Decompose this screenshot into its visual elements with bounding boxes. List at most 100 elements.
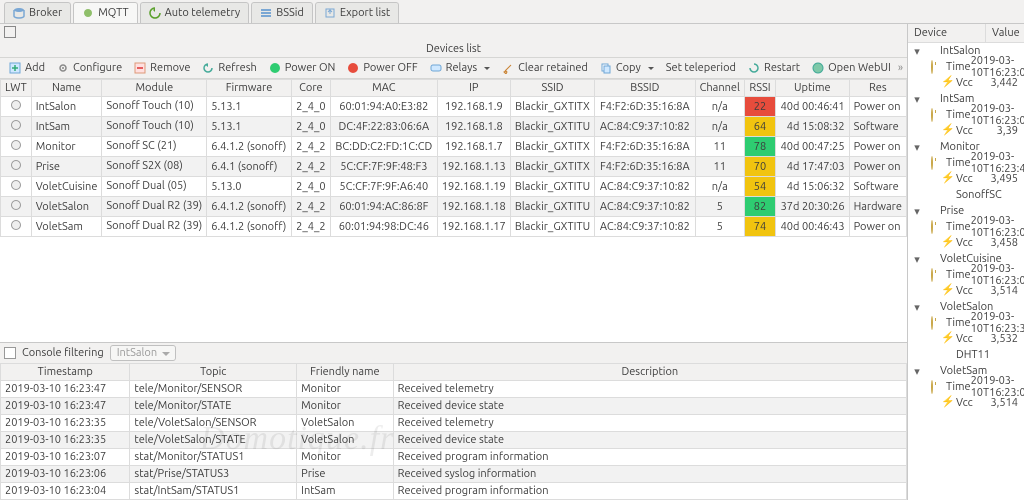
lwt-indicator-icon bbox=[11, 140, 21, 150]
bssid-cell: AC:84:C9:37:10:82 bbox=[595, 177, 695, 197]
power-on-button[interactable]: Power ON bbox=[264, 60, 341, 76]
tab-export-list[interactable]: Export list bbox=[315, 2, 399, 23]
timestamp-cell: 2019-03-10 16:23:06 bbox=[1, 466, 130, 483]
col-uptime[interactable]: Uptime bbox=[775, 80, 849, 97]
add-button[interactable]: Add bbox=[4, 60, 50, 76]
tab-label: BSSid bbox=[276, 7, 304, 19]
tree-twisty-icon[interactable]: ▾ bbox=[912, 141, 922, 154]
col-module[interactable]: Module bbox=[102, 80, 207, 97]
con-col-description[interactable]: Description bbox=[393, 364, 906, 381]
refresh-button[interactable]: Refresh bbox=[197, 60, 261, 76]
col-mac[interactable]: MAC bbox=[330, 80, 437, 97]
tree-property-node[interactable]: Time2019-03-10T16:23:05 bbox=[908, 379, 1024, 395]
console-filter-combo[interactable]: IntSalon bbox=[110, 345, 176, 361]
tree-twisty-icon[interactable]: ▾ bbox=[912, 253, 922, 266]
relays-dropdown[interactable]: Relays bbox=[425, 60, 496, 76]
console-row[interactable]: 2019-03-10 16:23:47tele/Monitor/SENSORMo… bbox=[1, 381, 907, 398]
col-channel[interactable]: Channel bbox=[695, 80, 744, 97]
col-ip[interactable]: IP bbox=[437, 80, 510, 97]
con-col-topic[interactable]: Topic bbox=[130, 364, 297, 381]
tree-property-node[interactable]: ⚡Vcc3,458 bbox=[908, 235, 1024, 251]
core-cell: 2_4_0 bbox=[291, 117, 330, 137]
tree-twisty-icon[interactable]: ▾ bbox=[912, 301, 922, 314]
power-off-button[interactable]: Power OFF bbox=[342, 60, 422, 76]
mac-cell: DC:4F:22:83:06:6A bbox=[330, 117, 437, 137]
tree-twisty-icon[interactable]: ▾ bbox=[912, 205, 922, 218]
tree-label: Time bbox=[946, 109, 971, 121]
console-filter-checkbox[interactable] bbox=[4, 347, 16, 359]
table-row[interactable]: IntSalon Sonoff Touch (10) 5.13.1 2_4_0 … bbox=[1, 97, 907, 117]
clock-icon bbox=[931, 269, 943, 281]
table-row[interactable]: IntSam Sonoff Touch (10) 5.13.1 2_4_0 DC… bbox=[1, 117, 907, 137]
col-ssid[interactable]: SSID bbox=[510, 80, 594, 97]
uptime-cell: 4d 15:08:32 bbox=[775, 117, 849, 137]
col-core[interactable]: Core bbox=[291, 80, 330, 97]
clear-retained-button[interactable]: Clear retained bbox=[497, 60, 593, 76]
console-row[interactable]: 2019-03-10 16:23:35tele/VoletSalon/SENSO… bbox=[1, 415, 907, 432]
tree-property-node[interactable]: Time2019-03-10T16:23:03 bbox=[908, 219, 1024, 235]
channel-cell: n/a bbox=[695, 117, 744, 137]
remove-button[interactable]: Remove bbox=[129, 60, 195, 76]
copy-dropdown[interactable]: Copy bbox=[595, 60, 659, 76]
table-row[interactable]: VoletCuisine Sonoff Dual (05) 5.13.0 2_4… bbox=[1, 177, 907, 197]
tree-property-node[interactable]: Time2019-03-10T16:23:35 bbox=[908, 315, 1024, 331]
tree-property-node[interactable]: Time2019-03-10T16:23:04 bbox=[908, 59, 1024, 75]
col-res[interactable]: Res bbox=[849, 80, 906, 97]
tree-property-node[interactable]: DHT11 bbox=[908, 347, 1024, 363]
tab-mqtt[interactable]: MQTT bbox=[73, 2, 137, 23]
bolt-icon: ⚡ bbox=[941, 237, 953, 249]
tree-property-node[interactable]: ⚡Vcc3,495 bbox=[908, 171, 1024, 187]
tree-property-node[interactable]: ⚡Vcc3,532 bbox=[908, 331, 1024, 347]
overflow-icon[interactable]: » bbox=[898, 62, 903, 74]
firmware-cell: 6.4.1.2 (sonoff) bbox=[207, 137, 292, 157]
tree-value: 3,532 bbox=[990, 333, 1024, 345]
tree-property-node[interactable]: ⚡Vcc3,39 bbox=[908, 123, 1024, 139]
device-tree[interactable]: ▾IntSalonTime2019-03-10T16:23:04⚡Vcc3,44… bbox=[908, 43, 1024, 500]
description-cell: Received program information bbox=[393, 483, 906, 500]
ip-cell: 192.168.1.8 bbox=[437, 117, 510, 137]
table-row[interactable]: VoletSalon Sonoff Dual R2 (39) 6.4.1.2 (… bbox=[1, 197, 907, 217]
configure-button[interactable]: Configure bbox=[52, 60, 127, 76]
name-cell: Prise bbox=[31, 157, 102, 177]
tree-property-node[interactable]: Time2019-03-10T16:23:47 bbox=[908, 155, 1024, 171]
tree-property-node[interactable]: SonoffSC bbox=[908, 187, 1024, 203]
tree-col-value[interactable]: Value bbox=[986, 24, 1024, 42]
col-rssi[interactable]: RSSI bbox=[744, 80, 775, 97]
tab-auto-telemetry[interactable]: Auto telemetry bbox=[140, 2, 250, 23]
table-row[interactable]: Prise Sonoff S2X (08) 6.4.1 (sonoff) 2_4… bbox=[1, 157, 907, 177]
table-row[interactable]: VoletSam Sonoff Dual R2 (39) 6.4.1.2 (so… bbox=[1, 217, 907, 237]
tree-twisty-icon[interactable]: ▾ bbox=[912, 365, 922, 378]
con-col-timestamp[interactable]: Timestamp bbox=[1, 364, 130, 381]
con-col-friendly-name[interactable]: Friendly name bbox=[297, 364, 394, 381]
tab-bssid[interactable]: BSSid bbox=[251, 2, 313, 23]
ip-cell: 192.168.1.9 bbox=[437, 97, 510, 117]
tab-broker[interactable]: Broker bbox=[4, 2, 71, 23]
tree-twisty-icon[interactable]: ▾ bbox=[912, 45, 922, 58]
open-webui-button[interactable]: Open WebUI bbox=[807, 60, 896, 76]
console-row[interactable]: 2019-03-10 16:23:47tele/Monitor/STATEMon… bbox=[1, 398, 907, 415]
restart-button[interactable]: Restart bbox=[743, 60, 805, 76]
table-row[interactable]: Monitor Sonoff SC (21) 6.4.1.2 (sonoff) … bbox=[1, 137, 907, 157]
tree-property-node[interactable]: ⚡Vcc3,514 bbox=[908, 283, 1024, 299]
console-row[interactable]: 2019-03-10 16:23:07stat/Monitor/STATUS1M… bbox=[1, 449, 907, 466]
ip-cell: 192.168.1.18 bbox=[437, 197, 510, 217]
col-name[interactable]: Name bbox=[31, 80, 102, 97]
channel-cell: 11 bbox=[695, 137, 744, 157]
col-firmware[interactable]: Firmware bbox=[207, 80, 292, 97]
col-lwt[interactable]: LWT bbox=[1, 80, 32, 97]
col-bssid[interactable]: BSSID bbox=[595, 80, 695, 97]
timestamp-cell: 2019-03-10 16:23:47 bbox=[1, 381, 130, 398]
console-row[interactable]: 2019-03-10 16:23:04stat/IntSam/STATUS1In… bbox=[1, 483, 907, 500]
tree-col-device[interactable]: Device bbox=[908, 24, 986, 42]
console-row[interactable]: 2019-03-10 16:23:06stat/Prise/STATUS3Pri… bbox=[1, 466, 907, 483]
console-row[interactable]: 2019-03-10 16:23:35tele/VoletSalon/STATE… bbox=[1, 432, 907, 449]
tree-property-node[interactable]: ⚡Vcc3,514 bbox=[908, 395, 1024, 411]
tree-property-node[interactable]: Time2019-03-10T16:23:05 bbox=[908, 267, 1024, 283]
rssi-cell: 22 bbox=[744, 97, 775, 117]
tree-twisty-icon[interactable]: ▾ bbox=[912, 93, 922, 106]
tree-property-node[interactable]: Time2019-03-10T16:23:05 bbox=[908, 107, 1024, 123]
expand-toggle[interactable] bbox=[0, 24, 907, 41]
clock-icon bbox=[931, 317, 943, 329]
tree-property-node[interactable]: ⚡Vcc3,442 bbox=[908, 75, 1024, 91]
set-teleperiod-button[interactable]: Set teleperiod bbox=[661, 60, 741, 76]
